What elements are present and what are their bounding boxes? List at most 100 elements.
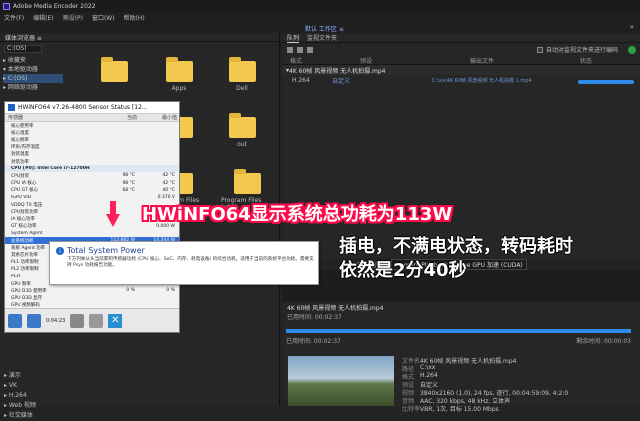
encoding-elapsed: 已用时间: 00:02:37 <box>287 314 342 321</box>
menu-file[interactable]: 文件(F) <box>4 13 24 22</box>
encoding-progress-bar <box>286 329 631 333</box>
folder-tile[interactable]: out <box>221 111 263 159</box>
meta-key: 比特率 <box>402 406 421 413</box>
uptime-clock: 0:04:23 <box>46 317 66 324</box>
menu-window[interactable]: 窗口(W) <box>92 13 115 22</box>
add-source-icon[interactable] <box>287 46 293 53</box>
preset-item[interactable]: ▸ VK <box>4 381 74 391</box>
sensor-minimum: 42 °C <box>162 180 175 186</box>
tree-item-network-drives[interactable]: ▸ 网络驱动器 <box>3 83 63 92</box>
sensor-name: 封装功率 <box>11 159 29 165</box>
sensor-row[interactable]: CPU [#0]: Intel Core i7-12700H <box>5 165 179 173</box>
sensor-row[interactable]: GPU D3D 显存 <box>5 295 179 302</box>
folder-name: Dell <box>236 85 248 92</box>
preset-item[interactable]: ▸ H.264 <box>4 391 74 401</box>
folder-tile[interactable]: Dell <box>221 55 263 103</box>
close-icon[interactable]: ✕ <box>108 313 123 328</box>
navigate-arrows-icon[interactable] <box>8 313 22 328</box>
duplicate-icon[interactable] <box>307 46 313 53</box>
tree-item-favorites[interactable]: ▸ 收藏夹 <box>3 56 63 65</box>
remove-icon[interactable] <box>297 46 303 53</box>
tree-item-local-drives[interactable]: ▾ 本地驱动器 <box>3 65 63 74</box>
meta-key: 预设 <box>402 382 415 389</box>
clock-reset-icon[interactable] <box>70 313 85 328</box>
start-queue-button[interactable] <box>628 45 636 54</box>
sensor-minimum: 0 % <box>166 288 175 294</box>
workspace-label[interactable]: 默认 工作区 ≡ <box>305 24 344 33</box>
folder-icon <box>100 57 128 82</box>
sensor-name: GT 核心功率 <box>11 224 37 230</box>
tab-queue[interactable]: 队列 <box>287 33 300 43</box>
sensor-current: 98 °C <box>122 173 135 179</box>
queue-item[interactable]: ▾ 4K 60帧 风景视频 无人机拍摄.mp4 <box>282 65 640 75</box>
sensor-row[interactable]: CPU GT 核心 68 °C 40 °C <box>5 187 179 194</box>
sensor-row[interactable]: 环形/内存温度 <box>5 144 179 151</box>
settings-icon[interactable] <box>89 313 104 328</box>
col-sensor[interactable]: 传感器 <box>5 114 97 121</box>
meta-key: 文件名 <box>402 358 421 365</box>
col-minimum[interactable]: 最小值 <box>137 114 177 121</box>
queue-toolbar: 自动对监视文件夹进行编码 <box>282 43 640 56</box>
meta-row: 文件名 4K 60帧 风景视频 无人机拍摄.mp4 <box>402 356 632 365</box>
tooltip-title: Total System Power <box>67 246 145 255</box>
tab-watch-folders[interactable]: 监视文件夹 <box>307 33 337 42</box>
sensor-name: 核心温度 <box>11 130 29 136</box>
col-current[interactable]: 当前 <box>97 114 137 121</box>
network-icon[interactable] <box>27 313 41 328</box>
encoding-status: 已用时间: 00:02:37 剩余时间: 00:00:03 <box>286 336 631 345</box>
sensor-name: CPU GT 核心 <box>11 188 39 194</box>
queue-output-path[interactable]: C:\xx\4K 60帧 风景视频 无人机拍摄 1.mp4 <box>432 77 532 84</box>
preset-item[interactable]: ▸ Web 视频 <box>4 401 74 411</box>
sensor-row[interactable]: 核心温度 <box>5 129 179 136</box>
sensor-row[interactable]: 核心频率 <box>5 136 179 143</box>
sensor-row[interactable]: CPU IA 核心 98 °C 42 °C <box>5 180 179 187</box>
tooltip-body: 下方列举从头当前累积传感器功耗 (CPU 核心、SoC、内存、耗电设备) 的综合… <box>67 257 314 268</box>
folder-icon <box>233 169 261 194</box>
menu-help[interactable]: 帮助(H) <box>124 13 145 22</box>
menu-preset[interactable]: 预设(P) <box>63 13 83 22</box>
sensor-row[interactable]: System Agent <box>5 230 179 237</box>
folder-tile[interactable] <box>93 55 135 103</box>
sensor-row[interactable]: GPU D3D 使用率 0 % 0 % <box>5 287 179 294</box>
checkbox-icon <box>536 46 543 53</box>
meta-key: 路径 <box>402 366 415 373</box>
meta-value: 自定义 <box>420 382 439 388</box>
title-bar: Adobe Media Encoder 2022 <box>0 0 640 12</box>
meta-key: 格式 <box>402 374 415 381</box>
drive-select[interactable]: C:(OS) <box>4 45 42 53</box>
queue-sub-item[interactable]: H.264 自定义 C:\xx\4K 60帧 风景视频 无人机拍摄 1.mp4 <box>282 75 640 85</box>
queue-tabs: 队列 监视文件夹 <box>282 33 640 43</box>
overlay-caption-note: 插电，不满电状态，转码耗时 依然是2分40秒 <box>339 235 573 283</box>
hwinfo-title-bar[interactable]: HWiNFO64 v7.26-4800 Sensor Status [12... <box>5 102 179 114</box>
sensor-row[interactable]: 封装温度 <box>5 151 179 158</box>
sensor-row[interactable]: 核心使用率 <box>5 122 179 129</box>
folder-tile[interactable]: Apps <box>158 55 200 103</box>
queue-sub-format: H.264 <box>292 76 310 84</box>
queue-sub-preset[interactable]: 自定义 <box>332 76 432 85</box>
col-status: 状态 <box>580 57 593 65</box>
preset-item[interactable]: ▸ 演示 <box>4 371 74 381</box>
col-preset: 预设 <box>360 57 373 65</box>
red-down-arrow-icon <box>106 201 120 227</box>
sensor-row[interactable]: CPU封装 98 °C 42 °C <box>5 172 179 179</box>
video-thumbnail <box>288 356 394 406</box>
workspace-menu-icon[interactable]: » <box>630 23 634 31</box>
folder-name: Apps <box>171 85 187 92</box>
sensor-current: 0 % <box>126 288 135 294</box>
remaining-time: 剩余时间: 00:00:03 <box>576 338 631 345</box>
sensor-name: 核心频率 <box>11 137 29 143</box>
sensor-row[interactable]: 封装功率 <box>5 158 179 165</box>
preset-item[interactable]: ▸ 社交媒体 <box>4 411 74 421</box>
meta-row: 路径 C:\xx <box>402 364 632 373</box>
meta-value: C:\xx <box>420 364 436 371</box>
overlay-line-2: 插电，不满电状态，转码耗时 <box>339 236 573 257</box>
menu-edit[interactable]: 编辑(E) <box>33 13 53 22</box>
tree-item-c-drive[interactable]: ▸ C:(OS) <box>3 74 63 83</box>
meta-value: 4K 60帧 风景视频 无人机拍摄.mp4 <box>420 358 517 364</box>
folder-name: out <box>237 141 247 148</box>
folder-icon <box>165 57 193 82</box>
folder-icon <box>228 113 256 138</box>
auto-encode-checkbox[interactable]: 自动对监视文件夹进行编码 <box>536 45 618 54</box>
auto-encode-label: 自动对监视文件夹进行编码 <box>545 47 618 54</box>
meta-value: VBR, 1次, 目标 15.00 Mbps <box>420 406 499 412</box>
